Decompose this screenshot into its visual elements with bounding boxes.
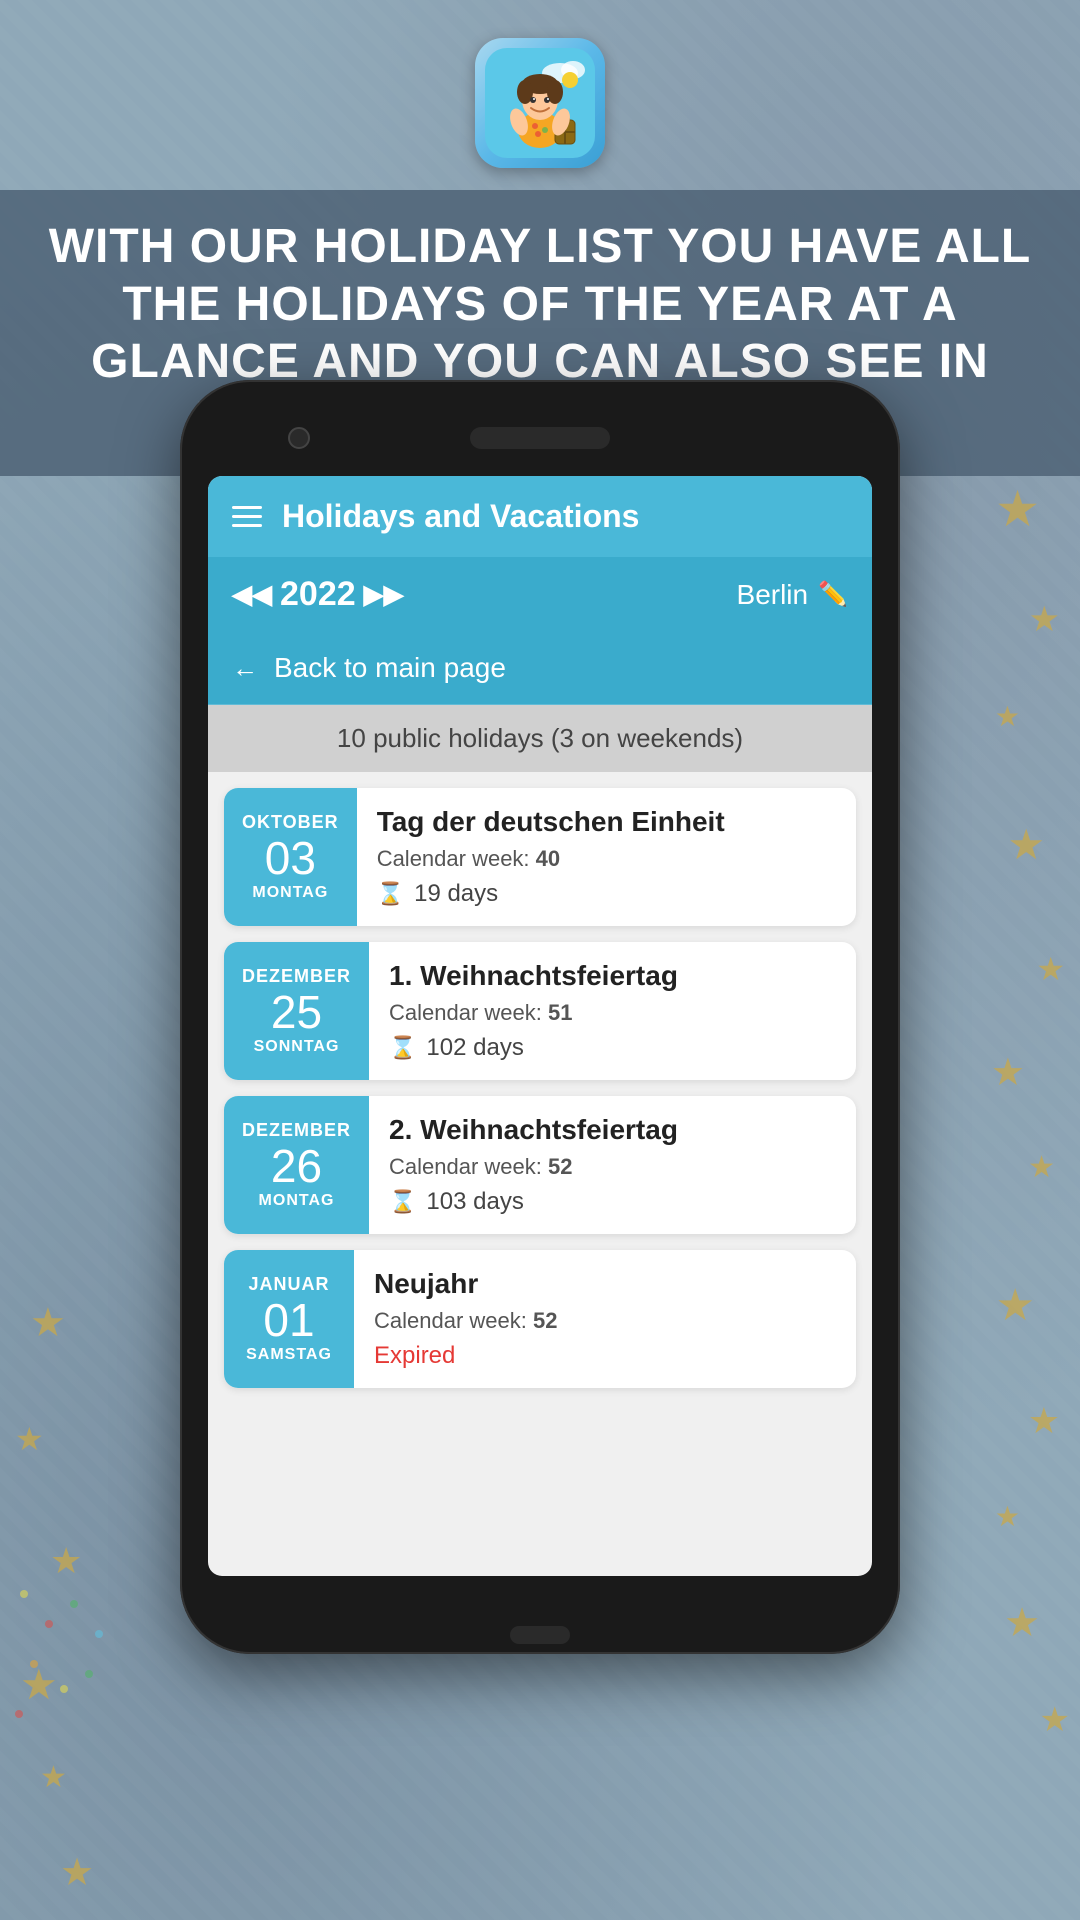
holiday-list: OKTOBER 03 MONTAG Tag der deutschen Einh… [208, 788, 872, 1388]
star-decoration: ★ [995, 480, 1040, 538]
holiday-weekday: SAMSTAG [246, 1346, 332, 1364]
star-decoration: ★ [1036, 950, 1065, 988]
city-section[interactable]: Berlin ✏️ [737, 579, 848, 611]
holiday-card: DEZEMBER 25 SONNTAG 1. Weihnachtsfeierta… [224, 942, 856, 1080]
star-decoration: ★ [1028, 1150, 1055, 1185]
star-decoration: ★ [991, 1050, 1025, 1095]
phone-frame: Holidays and Vacations ◀◀ 2022 ▶▶ Berlin… [180, 380, 900, 1654]
star-decoration: ★ [995, 700, 1020, 733]
app-header: Holidays and Vacations [208, 476, 872, 557]
holiday-info: Neujahr Calendar week: 52 Expired [354, 1250, 856, 1388]
star-decoration: ★ [995, 1500, 1020, 1533]
city-name: Berlin [737, 579, 809, 611]
back-button-label: Back to main page [274, 652, 506, 684]
holiday-days-remaining: ⌛ 19 days [377, 880, 836, 908]
hamburger-line-2 [232, 515, 262, 518]
holiday-day: 26 [271, 1141, 322, 1192]
phone-home-indicator [510, 1626, 570, 1644]
holiday-month: JANUAR [248, 1274, 329, 1295]
app-icon-svg [485, 48, 595, 158]
edit-city-icon[interactable]: ✏️ [818, 580, 848, 609]
star-decoration: ★ [1028, 1400, 1060, 1442]
menu-button[interactable] [232, 506, 262, 527]
calendar-week: Calendar week: 52 [374, 1308, 836, 1334]
app-icon [475, 38, 605, 168]
back-to-main-button[interactable]: ← Back to main page [208, 632, 872, 705]
holiday-weekday: SONNTAG [254, 1038, 340, 1056]
phone-bottom-bar [208, 1576, 872, 1626]
holidays-count-bar: 10 public holidays (3 on weekends) [208, 705, 872, 772]
holiday-day: 01 [263, 1295, 314, 1346]
holiday-month: DEZEMBER [242, 966, 351, 987]
phone-screen: Holidays and Vacations ◀◀ 2022 ▶▶ Berlin… [208, 476, 872, 1576]
holiday-name: Tag der deutschen Einheit [377, 806, 836, 838]
hamburger-line-1 [232, 506, 262, 509]
holiday-expired-label: Expired [374, 1342, 836, 1370]
hourglass-icon: ⌛ [389, 1189, 416, 1215]
holiday-weekday: MONTAG [259, 1192, 335, 1210]
phone-top-bar [208, 408, 872, 468]
holiday-info: Tag der deutschen Einheit Calendar week:… [357, 788, 856, 926]
star-decoration: ★ [30, 1300, 66, 1346]
holiday-name: Neujahr [374, 1268, 836, 1300]
calendar-week: Calendar week: 52 [389, 1154, 836, 1180]
hourglass-icon: ⌛ [377, 881, 404, 907]
holiday-month: DEZEMBER [242, 1120, 351, 1141]
phone-camera [288, 427, 310, 449]
holiday-month: OKTOBER [242, 812, 339, 833]
phone-speaker [470, 427, 610, 449]
star-decoration: ★ [1029, 600, 1060, 640]
star-decoration: ★ [1040, 1700, 1070, 1740]
year-navigation: ◀◀ 2022 ▶▶ Berlin ✏️ [208, 557, 872, 632]
holiday-day: 03 [265, 833, 316, 884]
star-decoration: ★ [15, 1420, 44, 1458]
holiday-info: 2. Weihnachtsfeiertag Calendar week: 52 … [369, 1096, 856, 1234]
year-display: 2022 [280, 575, 356, 614]
star-decoration: ★ [60, 1850, 94, 1895]
back-arrow-icon: ← [232, 653, 258, 684]
holidays-count-text: 10 public holidays (3 on weekends) [337, 723, 743, 753]
holiday-days-remaining: ⌛ 103 days [389, 1188, 836, 1216]
app-icon-wrapper [475, 38, 605, 168]
year-left-section: ◀◀ 2022 ▶▶ [232, 575, 404, 614]
hourglass-icon: ⌛ [389, 1035, 416, 1061]
holiday-date-block: DEZEMBER 26 MONTAG [224, 1096, 369, 1234]
holiday-info: 1. Weihnachtsfeiertag Calendar week: 51 … [369, 942, 856, 1080]
lights-decoration [0, 1540, 200, 1840]
holiday-date-block: OKTOBER 03 MONTAG [224, 788, 357, 926]
star-decoration: ★ [1007, 820, 1045, 869]
calendar-week: Calendar week: 40 [377, 846, 836, 872]
star-decoration: ★ [1004, 1600, 1040, 1646]
holiday-days-remaining: ⌛ 102 days [389, 1034, 836, 1062]
holiday-weekday: MONTAG [252, 884, 328, 902]
holiday-day: 25 [271, 987, 322, 1038]
holiday-card: OKTOBER 03 MONTAG Tag der deutschen Einh… [224, 788, 856, 926]
hamburger-line-3 [232, 524, 262, 527]
star-decoration: ★ [996, 1280, 1035, 1331]
holiday-card: JANUAR 01 SAMSTAG Neujahr Calendar week:… [224, 1250, 856, 1388]
year-prev-button[interactable]: ◀◀ [232, 579, 272, 610]
holiday-date-block: JANUAR 01 SAMSTAG [224, 1250, 354, 1388]
holiday-date-block: DEZEMBER 25 SONNTAG [224, 942, 369, 1080]
holiday-name: 1. Weihnachtsfeiertag [389, 960, 836, 992]
holiday-name: 2. Weihnachtsfeiertag [389, 1114, 836, 1146]
app-title: Holidays and Vacations [282, 498, 639, 535]
holiday-card: DEZEMBER 26 MONTAG 2. Weihnachtsfeiertag… [224, 1096, 856, 1234]
phone-mockup: Holidays and Vacations ◀◀ 2022 ▶▶ Berlin… [180, 380, 900, 1654]
calendar-week: Calendar week: 51 [389, 1000, 836, 1026]
year-next-button[interactable]: ▶▶ [364, 579, 404, 610]
